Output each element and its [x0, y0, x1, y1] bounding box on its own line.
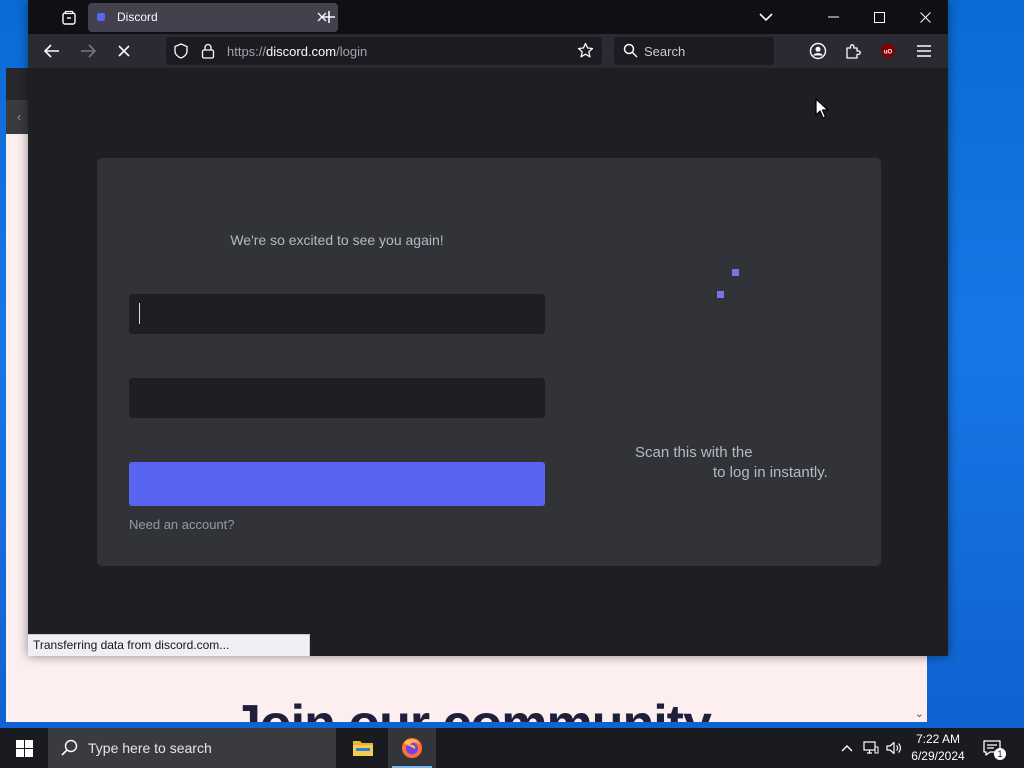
- tab-discord[interactable]: Discord: [88, 3, 338, 32]
- background-page-heading: Join our community: [232, 694, 712, 722]
- list-all-tabs-icon[interactable]: [755, 6, 777, 28]
- clock-date[interactable]: 6/29/2024: [900, 749, 976, 763]
- register-link[interactable]: Need an account?: [129, 517, 235, 532]
- new-tab-button[interactable]: [318, 6, 340, 28]
- tab-title: Discord: [117, 10, 158, 24]
- lock-icon[interactable]: [201, 43, 215, 64]
- network-icon[interactable]: [861, 738, 881, 758]
- file-explorer-taskbar-button[interactable]: [339, 728, 387, 768]
- windows-logo-icon: [15, 739, 33, 757]
- login-card: We're so excited to see you again! Need …: [97, 158, 881, 566]
- svg-text:uO: uO: [884, 50, 893, 56]
- back-button[interactable]: [38, 38, 66, 64]
- extensions-puzzle-icon[interactable]: [839, 38, 867, 64]
- ublock-origin-icon[interactable]: uO: [874, 38, 902, 64]
- minimize-button[interactable]: [810, 0, 856, 34]
- search-icon: [61, 739, 78, 761]
- text-cursor: [139, 303, 140, 324]
- email-input[interactable]: [129, 294, 545, 334]
- navigation-toolbar: https://discord.com/login Search uO: [28, 34, 948, 68]
- discord-favicon-icon: [97, 13, 105, 21]
- qr-instruction-line-2: to log in instantly.: [713, 464, 828, 481]
- page-content: We're so excited to see you again! Need …: [28, 68, 948, 656]
- qr-instruction-line-1: Scan this with the: [635, 444, 753, 461]
- login-button[interactable]: [129, 462, 545, 506]
- taskbar: Type here to search 7:22 AM 6/29/2024 1: [0, 728, 1024, 768]
- notification-count-badge: 1: [994, 748, 1006, 760]
- mouse-pointer-icon: [815, 98, 829, 119]
- bookmark-star-icon[interactable]: [577, 42, 594, 64]
- stop-loading-button[interactable]: [110, 38, 138, 64]
- qr-loading-dot: [732, 269, 739, 276]
- password-input[interactable]: [129, 378, 545, 418]
- firefox-taskbar-button[interactable]: [388, 728, 436, 768]
- tab-bar: Discord: [28, 0, 948, 34]
- address-bar[interactable]: https://discord.com/login: [166, 37, 602, 65]
- qr-loading-dot: [717, 291, 724, 298]
- account-icon[interactable]: [804, 38, 832, 64]
- taskbar-search-box[interactable]: Type here to search: [48, 728, 336, 768]
- url-text: https://discord.com/login: [227, 44, 368, 59]
- firefox-view-icon[interactable]: [58, 7, 80, 29]
- forward-button[interactable]: [74, 38, 102, 64]
- maximize-button[interactable]: [856, 0, 902, 34]
- search-box-placeholder: Search: [644, 44, 686, 59]
- login-subtitle: We're so excited to see you again!: [230, 232, 444, 248]
- menu-hamburger-icon[interactable]: [910, 38, 938, 64]
- show-hidden-icons-icon[interactable]: [837, 738, 857, 758]
- search-icon: [623, 43, 638, 63]
- search-box[interactable]: Search: [614, 37, 774, 65]
- taskbar-search-placeholder: Type here to search: [88, 740, 212, 756]
- firefox-icon: [402, 738, 422, 758]
- clock-time[interactable]: 7:22 AM: [900, 732, 976, 746]
- scroll-down-arrow-icon[interactable]: ⌄: [915, 707, 924, 720]
- browser-window: Discord https://discord.com/login Search…: [28, 0, 948, 656]
- status-bar: Transferring data from discord.com...: [28, 634, 310, 656]
- start-button[interactable]: [0, 728, 48, 768]
- folder-icon: [353, 741, 373, 756]
- tracking-protection-shield-icon[interactable]: [173, 43, 189, 64]
- close-window-button[interactable]: [902, 0, 948, 34]
